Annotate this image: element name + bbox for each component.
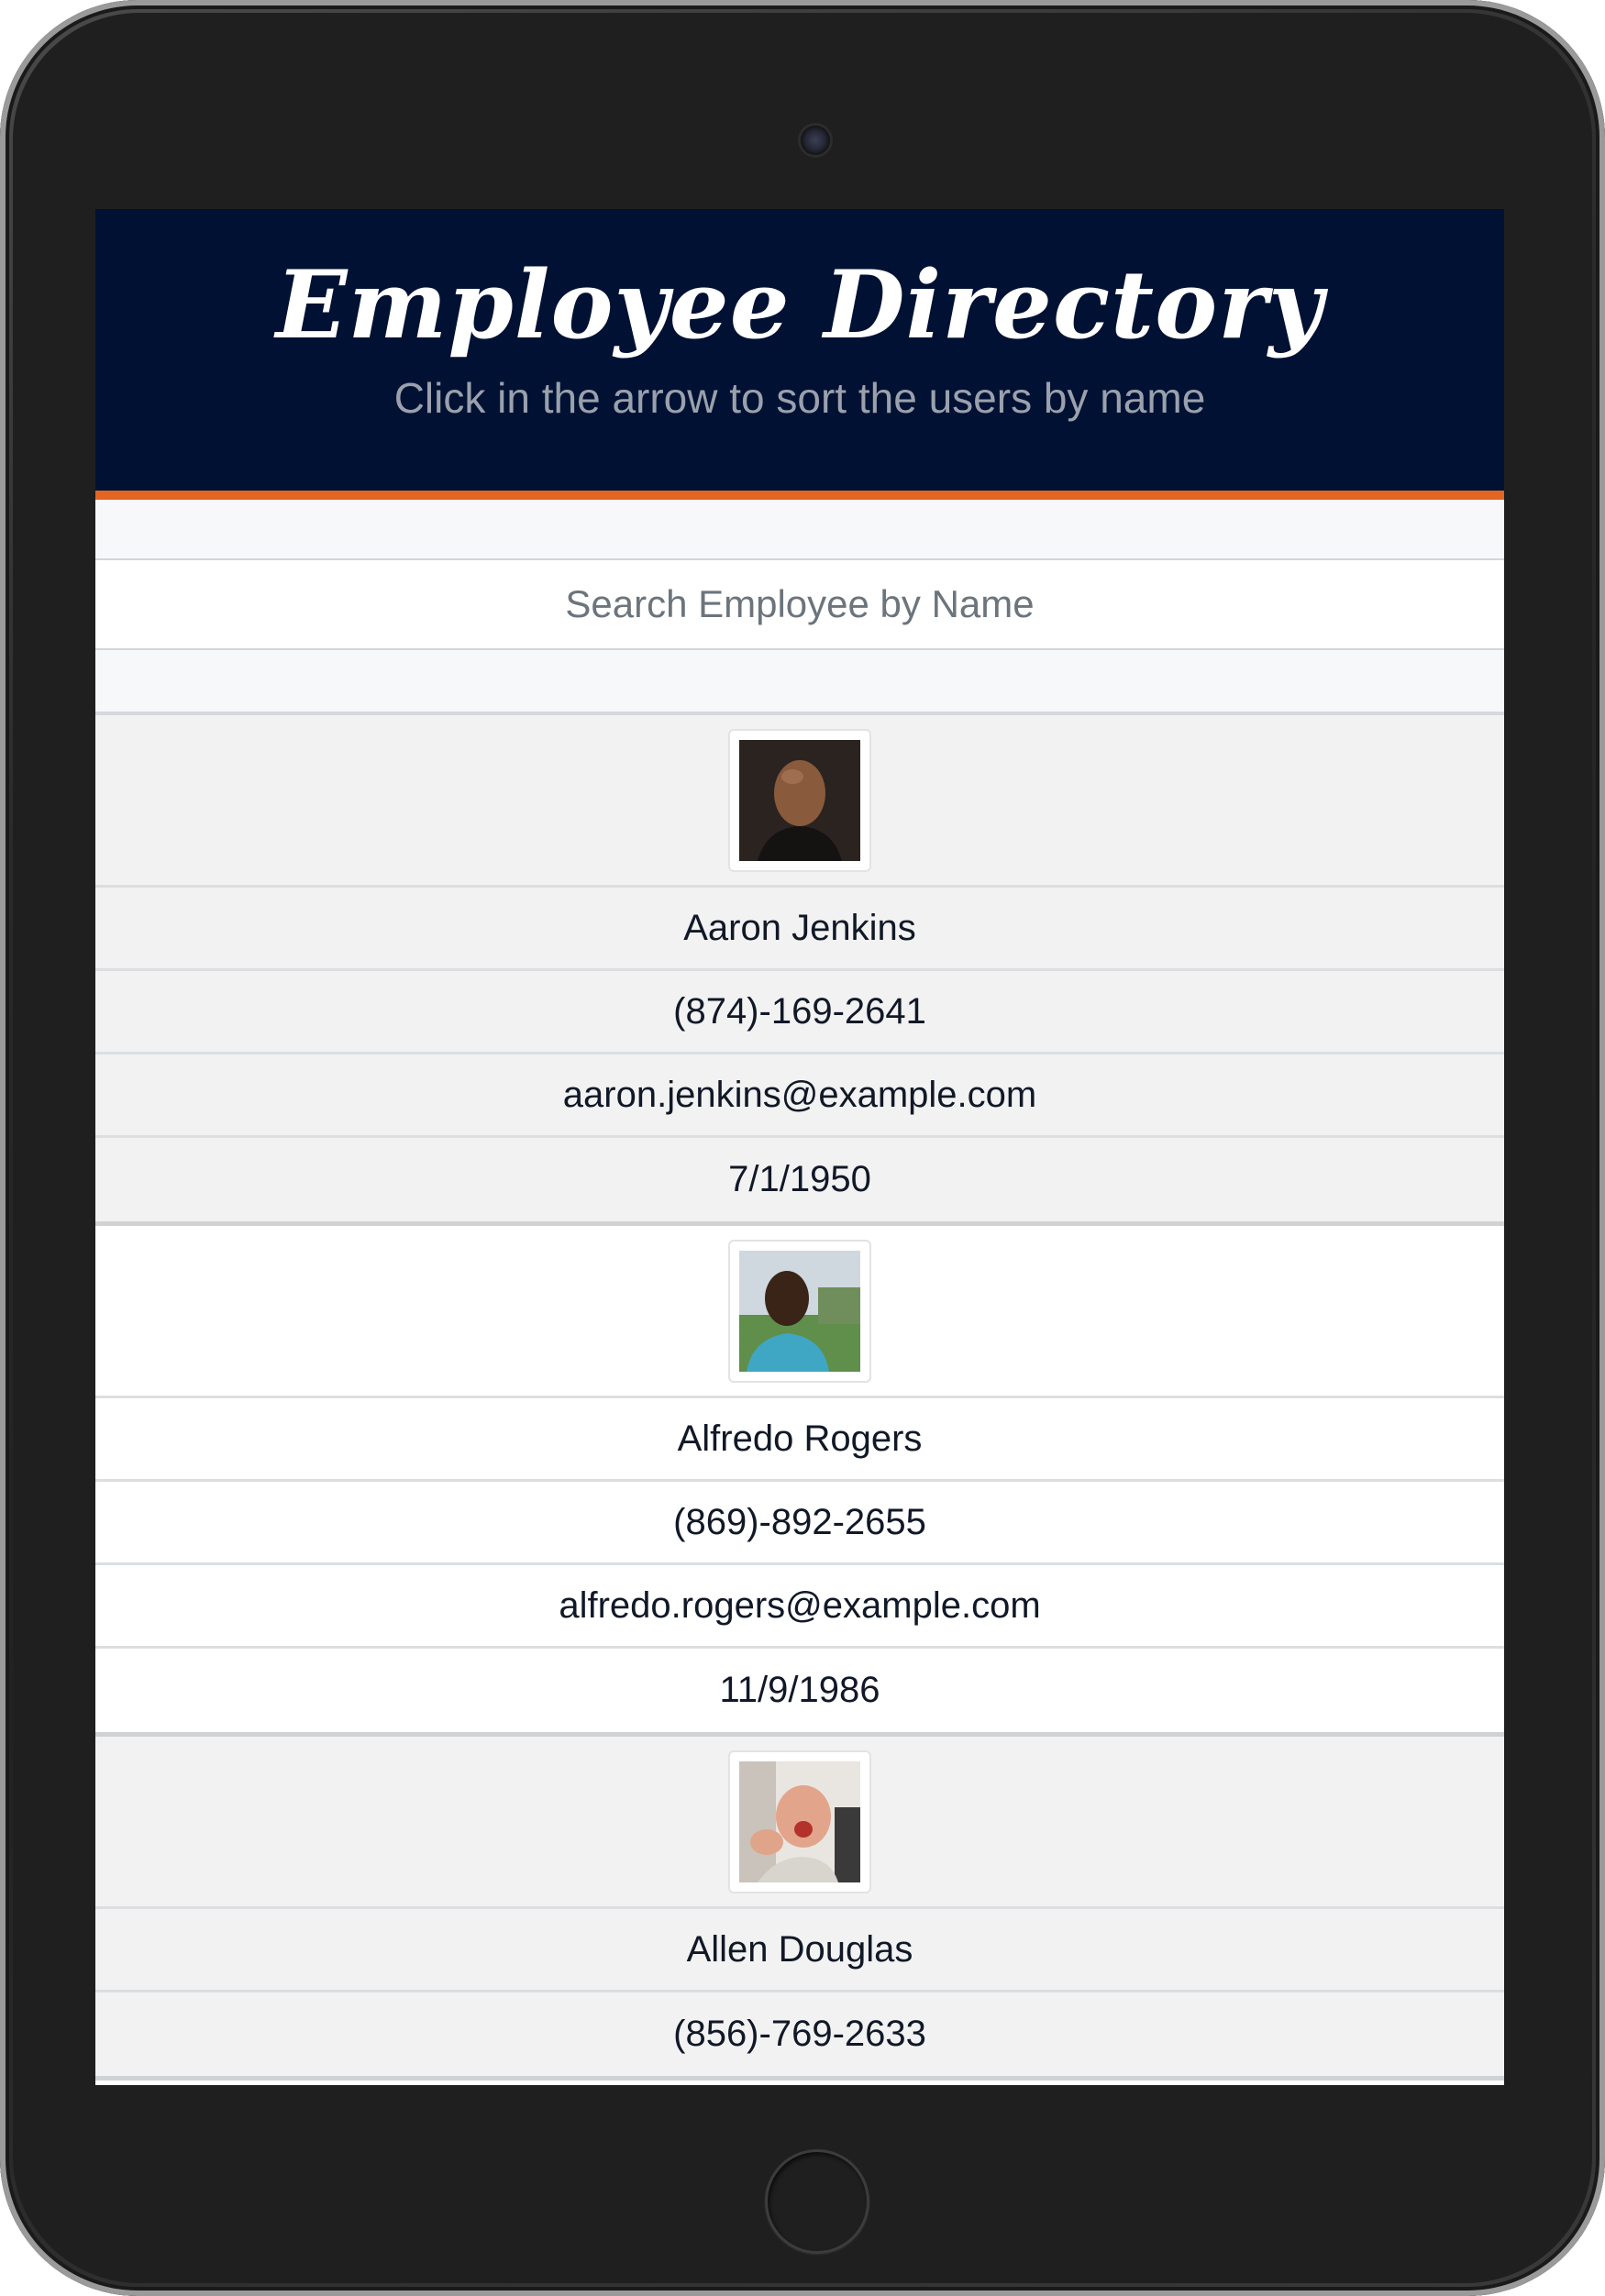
avatar-frame xyxy=(728,1239,871,1383)
employee-card: Aaron Jenkins (874)-169-2641 aaron.jenki… xyxy=(95,715,1504,1226)
employee-phone: (856)-769-2633 xyxy=(673,2014,926,2054)
page-title: Employee Directory xyxy=(275,250,1324,360)
avatar xyxy=(739,1250,860,1372)
employee-phone: (869)-892-2655 xyxy=(95,1482,1504,1565)
page-subtitle: Click in the arrow to sort the users by … xyxy=(393,374,1206,422)
employee-email: aaron.jenkins@example.com xyxy=(95,1054,1504,1138)
search-input[interactable] xyxy=(95,558,1504,650)
app-header: Employee Directory Click in the arrow to… xyxy=(95,209,1504,500)
employee-photo-cell xyxy=(95,715,1504,888)
avatar xyxy=(739,1761,860,1882)
avatar xyxy=(739,739,860,861)
home-button[interactable] xyxy=(765,2149,869,2254)
employee-card: Alfredo Rogers (869)-892-2655 alfredo.ro… xyxy=(95,1226,1504,1737)
search-bar xyxy=(95,500,1504,715)
employee-email: alfredo.rogers@example.com xyxy=(95,1565,1504,1649)
employee-dob: 7/1/1950 xyxy=(728,1159,871,1199)
employee-name: Aaron Jenkins xyxy=(95,888,1504,971)
employee-phone: (874)-169-2641 xyxy=(95,971,1504,1054)
avatar-frame xyxy=(728,728,871,872)
avatar-frame xyxy=(728,1750,871,1893)
employee-photo-cell xyxy=(95,1226,1504,1398)
employee-name: Alfredo Rogers xyxy=(95,1398,1504,1482)
employee-card: Allen Douglas (856)-769-2633 xyxy=(95,1737,1504,2081)
employee-dob: 11/9/1986 xyxy=(719,1670,880,1710)
employee-photo-cell xyxy=(95,1737,1504,1909)
employee-name: Allen Douglas xyxy=(95,1909,1504,1992)
camera-icon xyxy=(801,126,830,155)
app-screen: Employee Directory Click in the arrow to… xyxy=(95,209,1504,2085)
